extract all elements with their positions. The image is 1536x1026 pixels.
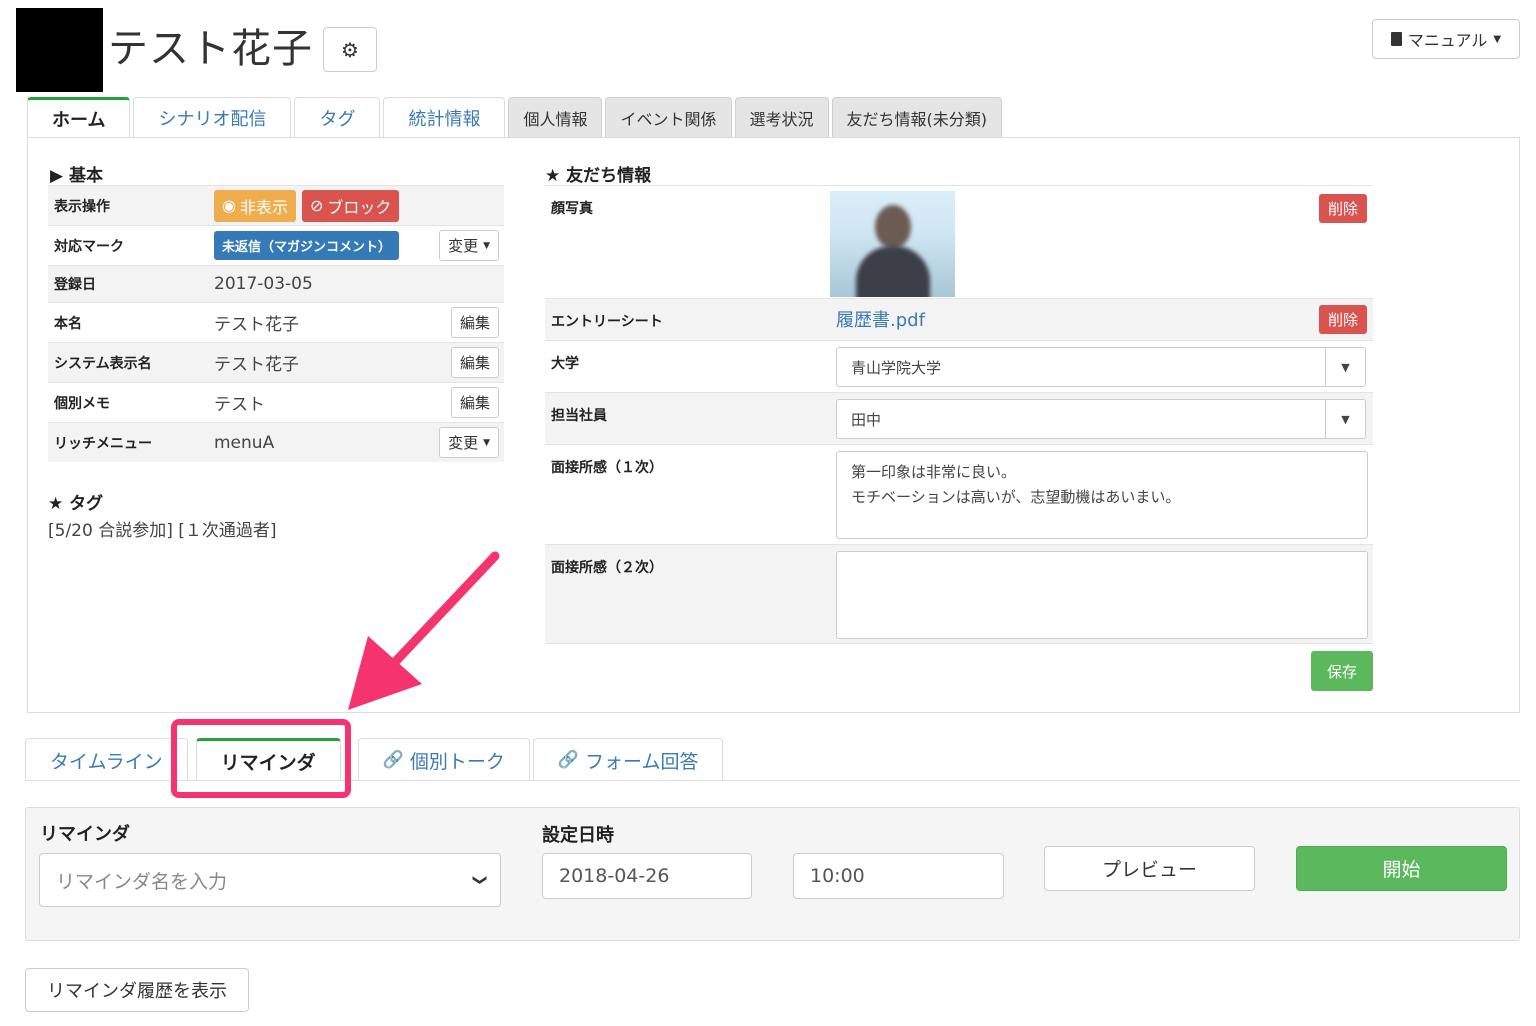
avatar bbox=[16, 8, 103, 92]
tags-heading: ★ タグ bbox=[48, 494, 104, 514]
delete-photo-button[interactable]: 削除 bbox=[1318, 194, 1367, 223]
row-memo: 個別メモ テスト 編集 bbox=[48, 382, 504, 422]
manual-dropdown-button[interactable]: マニュアル ▼ bbox=[1372, 19, 1520, 59]
mark-badge: 未返信（マガジンコメント） bbox=[214, 231, 400, 260]
row-key: 個別メモ bbox=[54, 395, 110, 412]
row-key: 対応マーク bbox=[54, 238, 124, 255]
university-select[interactable]: 青山学院大学 ▼ bbox=[836, 347, 1366, 387]
tab-home[interactable]: ホーム bbox=[27, 97, 131, 138]
interview2-textarea[interactable] bbox=[836, 551, 1368, 639]
caret-down-icon: ▼ bbox=[483, 437, 490, 448]
tab-form-answers[interactable]: 🔗 フォーム回答 bbox=[532, 738, 724, 781]
settings-button[interactable]: ⚙ bbox=[323, 27, 377, 72]
tags-value: [5/20 合説参加] [１次通過者] bbox=[48, 521, 277, 541]
friend-info-table: 顔写真 削除 エントリーシート 履歴書.pdf 削除 大学 青山学院大学 ▼ 担… bbox=[545, 185, 1373, 644]
row-key: 本名 bbox=[54, 315, 82, 332]
edit-button[interactable]: 編集 bbox=[450, 347, 499, 378]
block-button[interactable]: ⊘ ブロック bbox=[301, 189, 400, 222]
basic-heading: ▶ 基本 bbox=[50, 166, 103, 186]
tab-friend-info[interactable]: 友だち情報(未分類) bbox=[831, 97, 1003, 138]
link-icon: 🔗 bbox=[382, 750, 404, 770]
profile-tabs: ホーム シナリオ配信 タグ 統計情報 個人情報 イベント関係 選考状況 友だち情… bbox=[27, 97, 1005, 138]
caret-down-icon: ▼ bbox=[483, 240, 490, 251]
tab-scenario[interactable]: シナリオ配信 bbox=[133, 97, 292, 138]
row-mark: 対応マーク 未返信（マガジンコメント） 変更 ▼ bbox=[48, 225, 504, 265]
row-entry-sheet: エントリーシート 履歴書.pdf 削除 bbox=[545, 298, 1373, 340]
row-rich-menu: リッチメニュー menuA 変更 ▼ bbox=[48, 422, 504, 462]
row-key: システム表示名 bbox=[54, 355, 152, 372]
row-key: 登録日 bbox=[54, 277, 96, 293]
reminder-history-button[interactable]: リマインダ履歴を表示 bbox=[25, 968, 249, 1012]
caret-down-icon: ▼ bbox=[1325, 348, 1365, 386]
preview-button[interactable]: プレビュー bbox=[1044, 846, 1255, 891]
hide-button[interactable]: ◉ 非表示 bbox=[214, 189, 296, 222]
start-button[interactable]: 開始 bbox=[1296, 846, 1507, 891]
caret-down-icon: ▼ bbox=[1493, 33, 1502, 45]
row-value: 2017-03-05 bbox=[214, 274, 313, 294]
ban-icon: ⊘ bbox=[309, 196, 324, 215]
tab-individual-talk[interactable]: 🔗 個別トーク bbox=[357, 738, 530, 781]
face-photo bbox=[830, 191, 955, 297]
tab-event[interactable]: イベント関係 bbox=[605, 97, 732, 138]
reminder-label: リマインダ bbox=[40, 824, 130, 845]
row-interview2: 面接所感（２次） bbox=[545, 544, 1373, 644]
basic-table: 表示操作 ◉ 非表示 ⊘ ブロック 対応マーク 未返信（マガジンコメント） 変更… bbox=[48, 185, 504, 462]
book-icon bbox=[1390, 32, 1402, 46]
friend-info-heading: ★ 友だち情報 bbox=[545, 166, 652, 186]
reminder-select[interactable]: リマインダ名を入力 ❯ bbox=[39, 853, 501, 907]
caret-down-icon: ▼ bbox=[1325, 400, 1365, 438]
manual-label: マニュアル bbox=[1407, 31, 1488, 50]
delete-entry-button[interactable]: 削除 bbox=[1318, 305, 1367, 334]
eye-slash-icon: ◉ bbox=[222, 196, 236, 215]
row-display-action: 表示操作 ◉ 非表示 ⊘ ブロック bbox=[48, 185, 504, 225]
row-key: 表示操作 bbox=[54, 198, 110, 215]
bottom-tabs: タイムライン リマインダ 🔗 個別トーク 🔗 フォーム回答 bbox=[25, 738, 726, 781]
edit-button[interactable]: 編集 bbox=[450, 307, 499, 338]
entry-sheet-link[interactable]: 履歴書.pdf bbox=[836, 306, 925, 332]
row-system-name: システム表示名 テスト花子 編集 bbox=[48, 342, 504, 382]
time-input[interactable]: 10:00 bbox=[793, 853, 1004, 899]
save-button[interactable]: 保存 bbox=[1311, 651, 1373, 691]
tab-timeline[interactable]: タイムライン bbox=[25, 738, 188, 781]
interview1-textarea[interactable]: 第一印象は非常に良い。 モチベーションは高いが、志望動機はあいまい。 bbox=[836, 451, 1368, 539]
tab-stats[interactable]: 統計情報 bbox=[383, 97, 506, 138]
row-registered: 登録日 2017-03-05 bbox=[48, 265, 504, 302]
tab-tag[interactable]: タグ bbox=[294, 97, 381, 138]
tab-selection[interactable]: 選考状況 bbox=[734, 97, 829, 138]
page-title: テスト花子 bbox=[108, 26, 313, 72]
row-university: 大学 青山学院大学 ▼ bbox=[545, 340, 1373, 392]
chevron-down-icon: ❯ bbox=[472, 874, 489, 886]
row-interview1: 面接所感（１次） 第一印象は非常に良い。 モチベーションは高いが、志望動機はあい… bbox=[545, 444, 1373, 544]
staff-select[interactable]: 田中 ▼ bbox=[836, 399, 1366, 439]
datetime-label: 設定日時 bbox=[542, 825, 614, 846]
mark-change-button[interactable]: 変更 ▼ bbox=[439, 230, 499, 261]
row-photo: 顔写真 削除 bbox=[545, 185, 1373, 298]
gear-icon: ⚙ bbox=[341, 37, 359, 62]
date-input[interactable]: 2018-04-26 bbox=[542, 853, 752, 899]
annotation-arrow bbox=[348, 551, 500, 710]
row-key: リッチメニュー bbox=[54, 435, 152, 452]
row-staff: 担当社員 田中 ▼ bbox=[545, 392, 1373, 444]
annotation-highlight-box bbox=[171, 719, 351, 798]
rich-menu-change-button[interactable]: 変更 ▼ bbox=[439, 427, 499, 458]
link-icon: 🔗 bbox=[557, 750, 580, 770]
row-real-name: 本名 テスト花子 編集 bbox=[48, 302, 504, 342]
tab-personal[interactable]: 個人情報 bbox=[508, 97, 603, 138]
edit-button[interactable]: 編集 bbox=[450, 387, 499, 418]
